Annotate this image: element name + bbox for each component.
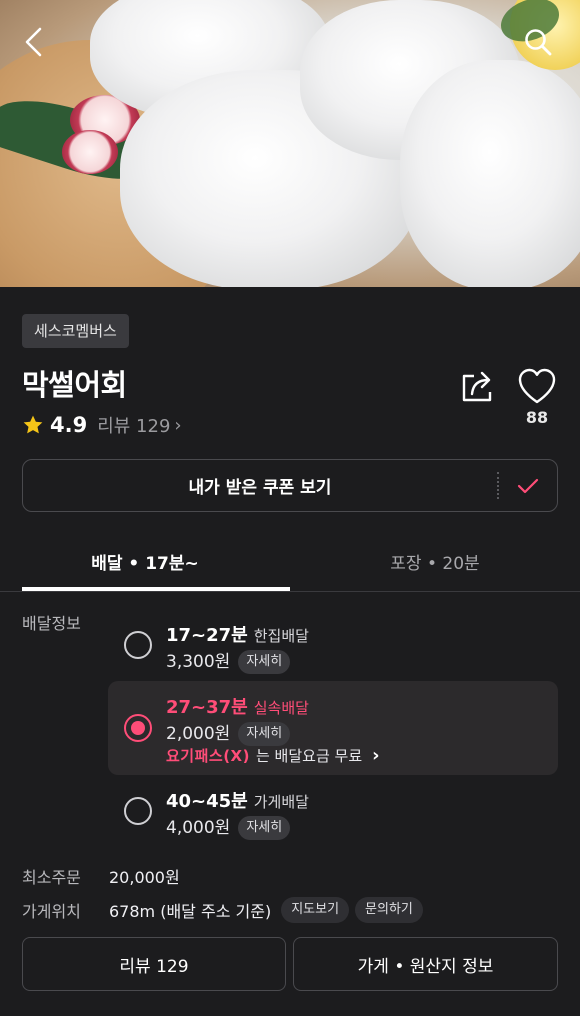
tab-takeout[interactable]: 포장 • 20분: [290, 530, 580, 592]
rating-score: 4.9: [50, 413, 88, 437]
review-count: 리뷰 129: [97, 416, 171, 437]
detail-button[interactable]: 자세히: [238, 722, 291, 746]
delivery-type: 실속배달: [253, 699, 309, 717]
min-order-label: 최소주문: [22, 868, 81, 887]
yogipass-promo-link[interactable]: 요기패스(X) 는 배달요금 무료 ›: [166, 745, 380, 766]
chevron-right-icon: ›: [174, 414, 182, 436]
delivery-fee: 2,000원 자세히: [166, 719, 291, 746]
inquiry-button[interactable]: 문의하기: [355, 897, 423, 923]
active-tab-indicator: [22, 587, 290, 591]
delivery-time: 17~27분 한집배달: [166, 621, 309, 647]
delivery-fee-text: 4,000원: [166, 818, 231, 838]
delivery-time-text: 27~37분: [166, 697, 248, 718]
yogipass-text: 는 배달요금 무료: [255, 747, 363, 765]
store-location-row: 가게위치 678m (배달 주소 기준) 지도보기 문의하기: [22, 896, 423, 924]
detail-button[interactable]: 자세히: [238, 650, 291, 674]
radio-button[interactable]: [124, 797, 152, 825]
radio-button-selected[interactable]: [124, 714, 152, 742]
yogipass-logo: 요기패스(X): [166, 747, 250, 765]
delivery-fee-text: 2,000원: [166, 724, 231, 744]
store-origin-info-button[interactable]: 가게 • 원산지 정보: [293, 937, 558, 991]
delivery-option-economy[interactable]: 27~37분 실속배달 2,000원 자세히 요기패스(X) 는 배달요금 무료 ›: [108, 681, 558, 775]
store-location-label: 가게위치: [22, 902, 81, 921]
chevron-right-icon: ›: [372, 745, 380, 766]
like-button[interactable]: [516, 366, 558, 406]
delivery-info-label: 배달정보: [22, 614, 81, 633]
detail-button[interactable]: 자세히: [238, 816, 291, 840]
delivery-fee: 4,000원 자세히: [166, 813, 291, 840]
delivery-type: 한집배달: [253, 627, 309, 645]
view-coupons-button[interactable]: 내가 받은 쿠폰 보기: [23, 460, 497, 511]
delivery-time: 40~45분 가게배달: [166, 787, 309, 813]
category-badge: 세스코멤버스: [22, 314, 129, 348]
coupon-check-button[interactable]: [499, 460, 557, 511]
rating-reviews-link[interactable]: 4.9 리뷰 129 ›: [22, 410, 182, 440]
delivery-type: 가게배달: [253, 793, 309, 811]
min-order-value: 20,000원: [109, 868, 180, 887]
delivery-time-text: 40~45분: [166, 791, 248, 812]
star-icon: [23, 415, 43, 434]
share-icon: [462, 371, 492, 402]
coupon-box: 내가 받은 쿠폰 보기: [22, 459, 558, 512]
radio-button[interactable]: [124, 631, 152, 659]
reviews-button[interactable]: 리뷰 129: [22, 937, 286, 991]
store-hero-image: [0, 0, 580, 287]
delivery-fee-text: 3,300원: [166, 652, 231, 672]
delivery-time-text: 17~27분: [166, 625, 248, 646]
tab-delivery[interactable]: 배달 • 17분~: [0, 530, 290, 592]
store-name: 막썰어회: [22, 368, 127, 402]
heart-icon: [518, 368, 556, 404]
search-icon: [525, 29, 552, 56]
store-distance: 678m (배달 주소 기준): [109, 902, 272, 921]
delivery-option-single[interactable]: 17~27분 한집배달 3,300원 자세히: [108, 615, 558, 675]
delivery-fee: 3,300원 자세히: [166, 647, 291, 674]
chevron-left-icon: [25, 27, 42, 57]
delivery-option-store[interactable]: 40~45분 가게배달 4,000원 자세히: [108, 783, 558, 843]
min-order-row: 최소주문 20,000원: [22, 862, 180, 890]
checkmark-icon: [517, 478, 539, 493]
back-button[interactable]: [16, 24, 52, 60]
share-button[interactable]: [458, 366, 498, 406]
delivery-time: 27~37분 실속배달: [166, 693, 309, 719]
search-button[interactable]: [520, 24, 556, 60]
like-count: 88: [525, 408, 549, 427]
view-map-button[interactable]: 지도보기: [281, 897, 350, 923]
order-type-tabs: 배달 • 17분~ 포장 • 20분: [0, 530, 580, 592]
